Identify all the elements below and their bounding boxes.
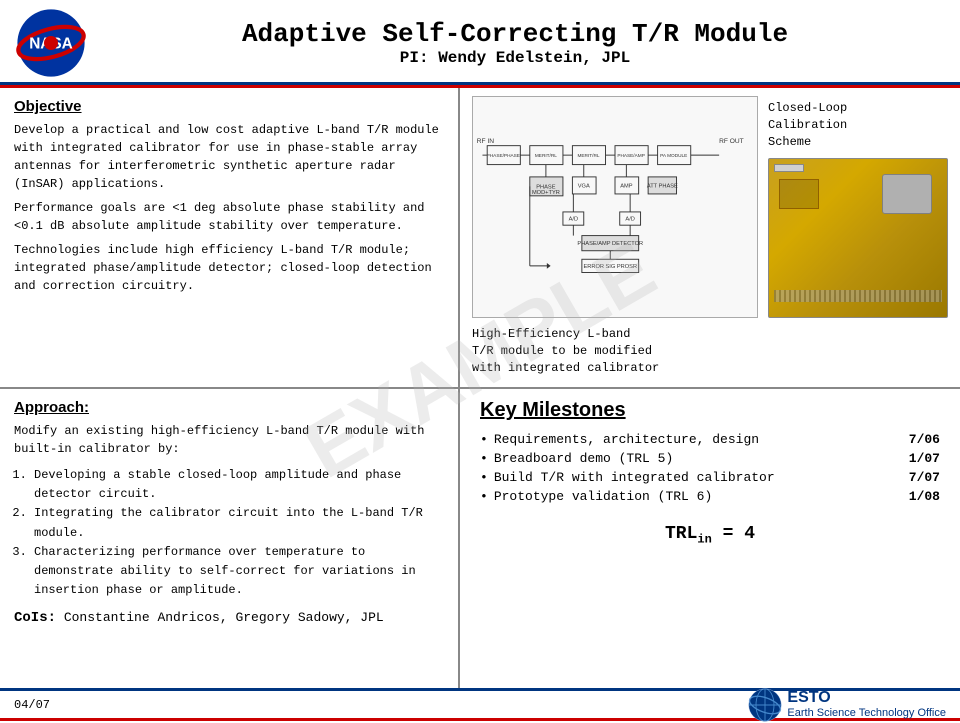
hardware-label: High-Efficiency L-band T/R module to be …: [472, 326, 659, 376]
milestone-row: • Requirements, architecture, design 7/0…: [480, 432, 940, 447]
approach-intro: Modify an existing high-efficiency L-ban…: [14, 422, 444, 458]
top-section: Objective Develop a practical and low co…: [0, 88, 960, 389]
trl-section: TRLin = 4: [480, 524, 940, 547]
milestone-label-2: Build T/R with integrated calibrator: [494, 470, 900, 485]
circuit-svg: RF IN RF OUT PHASE/PHASE MERIT/RL MERIT/…: [473, 97, 757, 317]
svg-text:ERROR SIG PROSR: ERROR SIG PROSR: [583, 264, 637, 270]
esto-subtitle: Earth Science Technology Office: [787, 707, 946, 720]
objective-section: Objective Develop a practical and low co…: [0, 88, 460, 387]
cois-label: CoIs:: [14, 610, 56, 626]
cois-names: Constantine Andricos, Gregory Sadowy, JP…: [64, 610, 384, 625]
milestone-row: • Build T/R with integrated calibrator 7…: [480, 470, 940, 485]
main-content: Objective Develop a practical and low co…: [0, 88, 960, 688]
header: NASA Adaptive Self-Correcting T/R Module…: [0, 0, 960, 85]
closed-loop-area: Closed-Loop Calibration Scheme: [768, 96, 948, 318]
svg-text:PHASE/PHASE: PHASE/PHASE: [487, 153, 520, 159]
bottom-section: Approach: Modify an existing high-effici…: [0, 389, 960, 688]
hardware-photo: [768, 158, 948, 318]
svg-text:MOD+TYR: MOD+TYR: [532, 190, 560, 196]
trl-subscript: in: [697, 533, 711, 547]
nasa-logo: NASA: [16, 8, 86, 78]
milestones-section: Key Milestones • Requirements, architect…: [460, 389, 960, 688]
svg-text:PA MODULE: PA MODULE: [660, 153, 687, 159]
esto-logo: ESTO Earth Science Technology Office: [747, 687, 946, 723]
page-title: Adaptive Self-Correcting T/R Module: [86, 19, 944, 49]
svg-text:RF IN: RF IN: [477, 138, 494, 145]
header-titles: Adaptive Self-Correcting T/R Module PI: …: [86, 19, 944, 67]
hardware-label-area: High-Efficiency L-band T/R module to be …: [472, 326, 948, 376]
milestone-date-0: 7/06: [900, 432, 940, 447]
milestone-row: • Breadboard demo (TRL 5) 1/07: [480, 451, 940, 466]
trl-value: = 4: [712, 524, 755, 544]
milestone-bullet: •: [480, 489, 488, 504]
objective-title: Objective: [14, 98, 444, 115]
circuit-diagram: RF IN RF OUT PHASE/PHASE MERIT/RL MERIT/…: [472, 96, 758, 318]
svg-text:A/D: A/D: [625, 216, 634, 222]
svg-text:MERIT/RL: MERIT/RL: [535, 153, 557, 159]
milestone-label-3: Prototype validation (TRL 6): [494, 489, 900, 504]
approach-step-2: Integrating the calibrator circuit into …: [34, 504, 444, 542]
svg-text:PHASE/AMP: PHASE/AMP: [617, 153, 645, 159]
svg-text:A/D: A/D: [569, 216, 578, 222]
milestone-date-2: 7/07: [900, 470, 940, 485]
svg-text:RF OUT: RF OUT: [719, 138, 744, 145]
milestone-list: • Requirements, architecture, design 7/0…: [480, 432, 940, 504]
approach-title: Approach:: [14, 399, 444, 416]
milestones-title: Key Milestones: [480, 399, 940, 422]
objective-para-2: Performance goals are <1 deg absolute ph…: [14, 199, 444, 235]
esto-name: ESTO: [787, 689, 946, 707]
svg-text:AMP: AMP: [620, 183, 633, 189]
objective-para-3: Technologies include high efficiency L-b…: [14, 241, 444, 295]
diagram-row: RF IN RF OUT PHASE/PHASE MERIT/RL MERIT/…: [472, 96, 948, 318]
diagram-section: RF IN RF OUT PHASE/PHASE MERIT/RL MERIT/…: [460, 88, 960, 387]
milestone-bullet: •: [480, 451, 488, 466]
milestone-bullet: •: [480, 432, 488, 447]
esto-text-group: ESTO Earth Science Technology Office: [787, 689, 946, 720]
page-subtitle: PI: Wendy Edelstein, JPL: [86, 49, 944, 67]
approach-section: Approach: Modify an existing high-effici…: [0, 389, 460, 688]
footer-date: 04/07: [14, 698, 50, 712]
svg-text:VGA: VGA: [578, 183, 590, 189]
approach-list: Developing a stable closed-loop amplitud…: [14, 466, 444, 600]
milestone-label-1: Breadboard demo (TRL 5): [494, 451, 900, 466]
trl-label: TRL: [665, 524, 697, 544]
svg-text:ATT PHASE: ATT PHASE: [647, 183, 678, 189]
footer: 04/07 ESTO Earth Science Technology Offi…: [0, 688, 960, 718]
svg-text:MERIT/RL: MERIT/RL: [577, 153, 599, 159]
milestone-date-3: 1/08: [900, 489, 940, 504]
objective-para-1: Develop a practical and low cost adaptiv…: [14, 121, 444, 193]
approach-step-3: Characterizing performance over temperat…: [34, 543, 444, 601]
milestone-bullet: •: [480, 470, 488, 485]
milestone-label-0: Requirements, architecture, design: [494, 432, 900, 447]
milestone-row: • Prototype validation (TRL 6) 1/08: [480, 489, 940, 504]
cois-section: CoIs: Constantine Andricos, Gregory Sado…: [14, 610, 444, 626]
approach-step-1: Developing a stable closed-loop amplitud…: [34, 466, 444, 504]
milestone-date-1: 1/07: [900, 451, 940, 466]
closed-loop-label: Closed-Loop Calibration Scheme: [768, 100, 940, 150]
svg-text:PHASE/AMP DETECTOR: PHASE/AMP DETECTOR: [577, 241, 643, 247]
esto-globe-icon: [747, 687, 783, 723]
